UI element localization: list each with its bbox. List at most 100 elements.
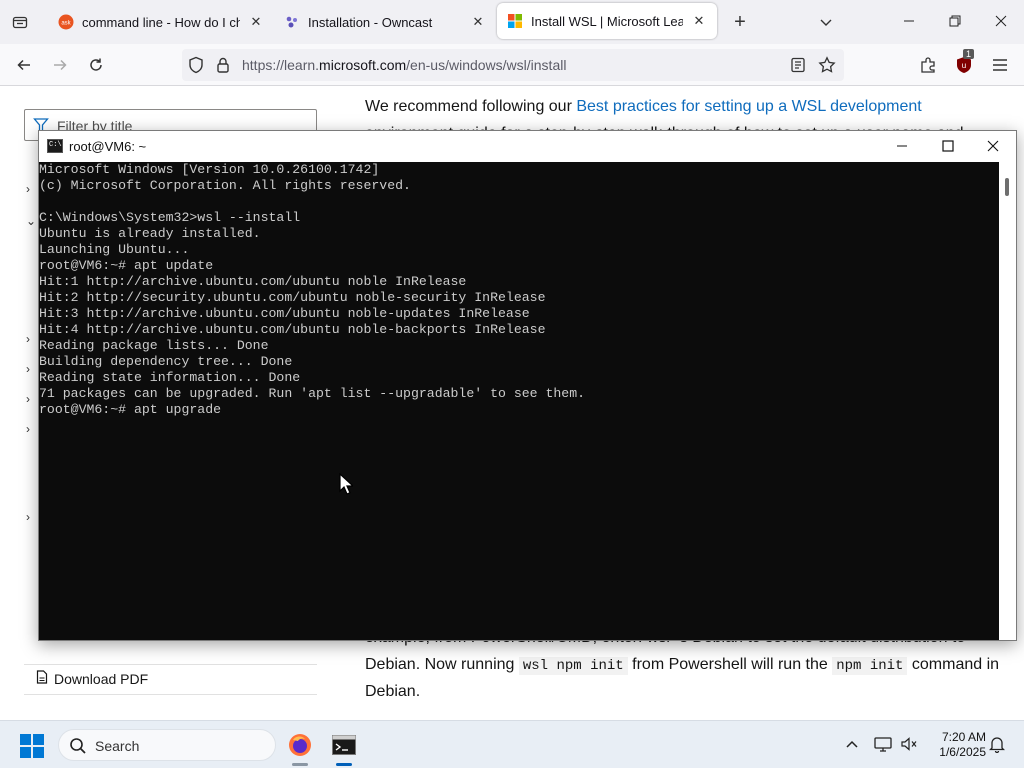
svg-text:ask: ask (61, 21, 71, 27)
terminal-window[interactable]: root@VM6: ~ Microsoft Windows [Version 1… (38, 130, 1017, 641)
notification-bell-icon[interactable] (987, 734, 1007, 754)
desktop-screen: ask command line - How do I chec ✕ Insta… (0, 0, 1024, 768)
close-window-icon[interactable] (990, 10, 1012, 32)
url-text: https://learn.microsoft.com/en-us/window… (242, 57, 566, 73)
terminal-taskbar-icon[interactable] (328, 729, 360, 766)
url-domain: microsoft.com (319, 57, 407, 73)
best-practices-link[interactable]: Best practices for setting up a WSL deve… (576, 98, 921, 115)
chevron-right-icon[interactable]: › (26, 510, 30, 524)
terminal-line[interactable]: root@VM6:~# apt upgrade (39, 402, 221, 417)
maximize-icon[interactable] (937, 135, 959, 157)
chevron-right-icon[interactable]: › (26, 182, 30, 196)
tab-owncast[interactable]: Installation - Owncast ✕ (274, 2, 496, 42)
terminal-line[interactable]: Hit:4 http://archive.ubuntu.com/ubuntu n… (39, 322, 545, 337)
tab-install-wsl[interactable]: Install WSL | Microsoft Learn ✕ (497, 3, 717, 39)
tab-list-icon[interactable] (8, 10, 32, 34)
app-active-indicator (336, 763, 352, 766)
shield-icon[interactable] (188, 56, 204, 79)
download-pdf-link[interactable]: Download PDF (36, 670, 148, 687)
url-path: /en-us/windows/wsl/install (406, 57, 567, 73)
bookmark-star-icon[interactable] (818, 56, 836, 79)
restore-icon[interactable] (944, 10, 966, 32)
microsoft-icon (507, 13, 523, 29)
mouse-pointer-icon (339, 473, 353, 495)
reload-icon[interactable] (84, 53, 108, 77)
terminal-line[interactable]: Hit:1 http://archive.ubuntu.com/ubuntu n… (39, 274, 466, 289)
forward-icon[interactable] (48, 53, 72, 77)
minimize-icon[interactable] (891, 135, 913, 157)
clock-date: 1/6/2025 (939, 745, 986, 759)
terminal-scrollbar[interactable] (999, 162, 1016, 640)
browser-nav-bar: https://learn.microsoft.com/en-us/window… (0, 44, 1024, 86)
askubuntu-icon: ask (58, 14, 74, 30)
ublock-origin-icon[interactable]: u 1 (952, 49, 976, 77)
terminal-line[interactable]: Microsoft Windows [Version 10.0.26100.17… (39, 162, 379, 177)
terminal-output[interactable]: Microsoft Windows [Version 10.0.26100.17… (39, 162, 999, 640)
terminal-line[interactable]: Hit:3 http://archive.ubuntu.com/ubuntu n… (39, 306, 530, 321)
tab-title: Install WSL | Microsoft Learn (531, 13, 683, 29)
extensions-icon[interactable] (916, 53, 940, 77)
chevron-down-icon[interactable] (814, 10, 838, 34)
close-tab-icon[interactable]: ✕ (248, 14, 264, 30)
chevron-right-icon[interactable]: › (26, 392, 30, 406)
command-prompt-icon (47, 139, 63, 153)
windows-taskbar: Search 7:20 AM 1/6/2025 (0, 720, 1024, 768)
chevron-right-icon[interactable]: › (26, 332, 30, 346)
terminal-line[interactable]: Hit:2 http://security.ubuntu.com/ubuntu … (39, 290, 545, 305)
search-icon (69, 737, 87, 760)
debian-paragraph-line2: Debian. Now running wsl npm init from Po… (365, 651, 999, 680)
new-tab-icon[interactable]: + (728, 10, 752, 34)
close-tab-icon[interactable]: ✕ (470, 14, 486, 30)
url-bar[interactable]: https://learn.microsoft.com/en-us/window… (182, 49, 844, 81)
terminal-line[interactable]: Ubuntu is already installed. (39, 226, 261, 241)
terminal-line[interactable]: (c) Microsoft Corporation. All rights re… (39, 178, 411, 193)
tab-title: command line - How do I chec (82, 14, 240, 30)
browser-tab-bar: ask command line - How do I chec ✕ Insta… (0, 0, 1024, 44)
app-running-indicator (292, 763, 308, 766)
volume-muted-icon[interactable] (899, 734, 919, 754)
close-tab-icon[interactable]: ✕ (691, 13, 707, 29)
terminal-title-bar[interactable]: root@VM6: ~ (39, 131, 1016, 162)
debian-paragraph-line3: Debian. (365, 683, 421, 700)
sidebar-divider (24, 694, 317, 695)
terminal-title: root@VM6: ~ (69, 139, 147, 154)
inline-code: npm init (832, 657, 908, 675)
pdf-icon (36, 670, 48, 687)
url-prefix: https://learn. (242, 57, 320, 73)
terminal-line[interactable]: C:\Windows\System32>wsl --install (39, 210, 300, 225)
windows-start-icon[interactable] (20, 734, 44, 758)
chevron-right-icon[interactable]: › (26, 422, 30, 436)
clock-time: 7:20 AM (941, 730, 986, 744)
firefox-taskbar-icon[interactable] (284, 729, 316, 766)
terminal-line[interactable]: 71 packages can be upgraded. Run 'apt li… (39, 386, 585, 401)
minimize-icon[interactable] (898, 10, 920, 32)
text-fragment: from Powershell will run the (627, 656, 833, 673)
terminal-text[interactable]: Microsoft Windows [Version 10.0.26100.17… (39, 162, 999, 418)
terminal-line[interactable]: Building dependency tree... Done (39, 354, 292, 369)
chevron-up-icon[interactable] (842, 734, 862, 754)
back-icon[interactable] (12, 53, 36, 77)
network-icon[interactable] (873, 734, 893, 754)
terminal-line[interactable]: Reading state information... Done (39, 370, 300, 385)
reader-view-icon[interactable] (790, 57, 806, 78)
tab-askubuntu[interactable]: ask command line - How do I chec ✕ (48, 2, 274, 42)
lock-icon[interactable] (216, 56, 230, 79)
hamburger-menu-icon[interactable] (988, 53, 1012, 77)
intro-text: We recommend following our (365, 98, 577, 115)
tab-title: Installation - Owncast (308, 14, 433, 30)
taskbar-clock[interactable]: 7:20 AM 1/6/2025 (924, 730, 986, 760)
scrollbar-thumb[interactable] (1005, 178, 1009, 196)
terminal-line[interactable]: root@VM6:~# apt update (39, 258, 213, 273)
text-fragment: command in (907, 656, 1000, 673)
download-pdf-label: Download PDF (54, 670, 149, 687)
terminal-line[interactable]: Launching Ubuntu... (39, 242, 189, 257)
terminal-line[interactable]: Reading package lists... Done (39, 338, 269, 353)
inline-code: wsl npm init (518, 657, 628, 675)
owncast-icon (284, 14, 300, 30)
extension-badge: 1 (963, 49, 975, 59)
sidebar-divider (24, 664, 317, 665)
chevron-down-icon[interactable]: ⌄ (26, 214, 36, 228)
close-window-icon[interactable] (982, 135, 1004, 157)
chevron-right-icon[interactable]: › (26, 362, 30, 376)
taskbar-search[interactable]: Search (58, 729, 276, 761)
